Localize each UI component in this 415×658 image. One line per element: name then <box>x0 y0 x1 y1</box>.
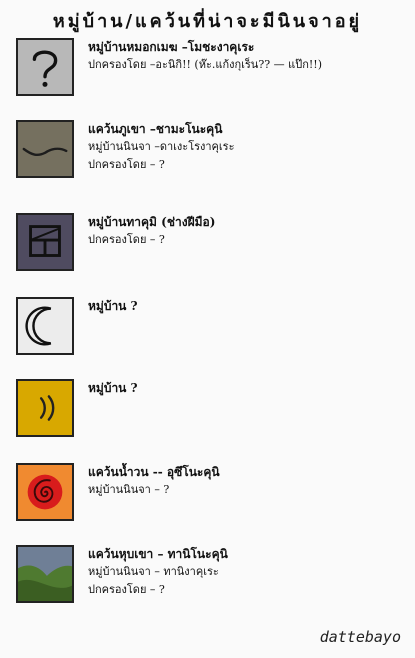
village-entry-swamp: แคว้นภูเขา –ชามะโนะคุนิ หมู่บ้านนินจา –ด… <box>16 120 406 182</box>
entry-title: หมู่บ้านหมอกเมฆ –โมชะงาคุเระ <box>88 40 255 54</box>
question-mark-icon <box>16 38 74 96</box>
entry-title: หมู่บ้าน ? <box>88 381 138 395</box>
crescent-moon-icon <box>16 297 74 355</box>
village-entry-moon: หมู่บ้าน ? <box>16 297 406 359</box>
entry-title: แคว้นภูเขา –ชามะโนะคุนิ <box>88 122 223 136</box>
village-entry-valley: แคว้นหุบเขา – ทานิโนะคุนิ หมู่บ้านนินจา … <box>16 545 406 607</box>
craftsman-grid-icon <box>16 213 74 271</box>
village-entry-craft: หมู่บ้านทาคุมิ (ช่างฝีมือ) ปกครองโดย – ? <box>16 213 406 275</box>
village-entry-whirlpool: แคว้นน้ำวน -- อุซึโนะคุนิ หมู่บ้านนินจา … <box>16 463 406 525</box>
valley-landscape-icon <box>16 545 74 603</box>
village-entry-sound: หมู่บ้าน ? <box>16 379 406 441</box>
entry-detail: หมู่บ้านนินจา –ดาเงะโรงาคุเระ <box>88 140 235 153</box>
page-title: หมู่บ้าน/แคว้นที่น่าจะมีนินจาอยู่ <box>52 11 363 32</box>
entry-detail: ปกครองโดย – ? <box>88 233 165 246</box>
entry-detail: หมู่บ้านนินจา – ? <box>88 483 170 496</box>
sound-lines-icon <box>16 379 74 437</box>
entry-detail: ปกครองโดย – ? <box>88 158 165 171</box>
watermark: dattebayo <box>319 628 401 646</box>
entry-title: แคว้นน้ำวน -- อุซึโนะคุนิ <box>88 465 220 479</box>
swamp-wave-icon <box>16 120 74 178</box>
entry-title: หมู่บ้าน ? <box>88 299 138 313</box>
entry-detail: ปกครองโดย –อะนิกิ!! (ห๊ะ.แก้งกุเร็น?? — … <box>88 58 322 71</box>
entry-detail: ปกครองโดย – ? <box>88 583 165 596</box>
whirlpool-spiral-icon <box>16 463 74 521</box>
village-entry-mist: หมู่บ้านหมอกเมฆ –โมชะงาคุเระ ปกครองโดย –… <box>16 38 406 100</box>
entry-detail: หมู่บ้านนินจา – ทานิงาคุเระ <box>88 565 219 578</box>
entry-title: แคว้นหุบเขา – ทานิโนะคุนิ <box>88 547 228 561</box>
entry-title: หมู่บ้านทาคุมิ (ช่างฝีมือ) <box>88 215 216 229</box>
